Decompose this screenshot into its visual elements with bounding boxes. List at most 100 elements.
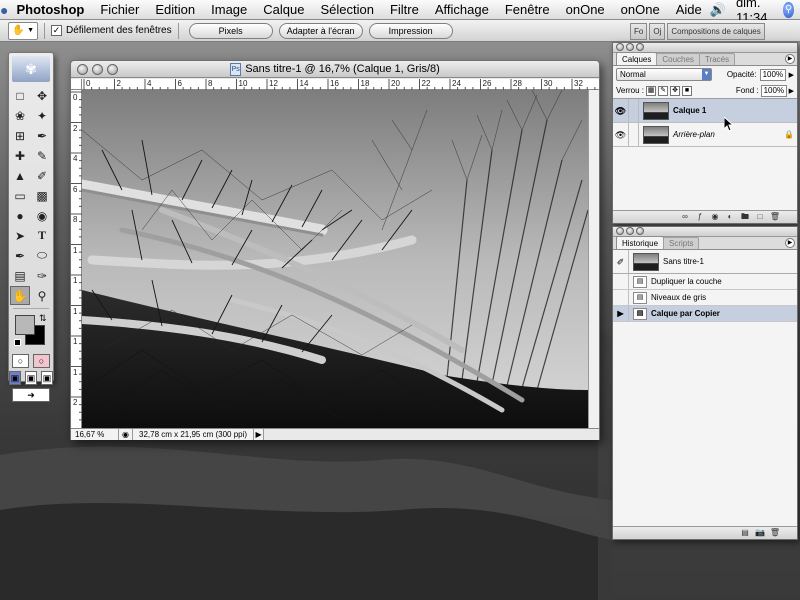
menu-onone-2[interactable]: onOne (613, 2, 668, 17)
zoom-tool-icon[interactable]: ⚲ (32, 286, 52, 305)
zoom-palette-icon[interactable] (636, 227, 644, 235)
ruler-horizontal[interactable]: 0 2 4 6 8 10 12 14 16 18 20 22 24 26 28 30 32 (82, 79, 599, 90)
slice-tool-icon[interactable]: ✒ (32, 126, 52, 145)
eye-icon[interactable]: 👁 (613, 123, 629, 146)
blend-mode-select[interactable]: Normal ▼ (616, 68, 712, 81)
print-size-button[interactable]: Impression (368, 22, 453, 39)
new-group-icon[interactable]: 🖿 (739, 212, 751, 222)
new-layer-icon[interactable]: □ (754, 212, 766, 222)
lock-all-icon[interactable]: ■ (682, 85, 693, 96)
blur-tool-icon[interactable]: ● (10, 206, 30, 225)
zoom-level-field[interactable]: 16,67 % (71, 429, 119, 440)
new-snapshot-icon[interactable]: 📷 (754, 528, 766, 538)
link-slot[interactable] (629, 123, 639, 146)
marquee-tool-icon[interactable]: □ (10, 86, 30, 105)
fill-field[interactable]: 100% (760, 84, 787, 97)
status-info-icon[interactable]: ◉ (119, 429, 133, 440)
volume-icon[interactable]: 🔊 (710, 2, 726, 18)
brush-tool-icon[interactable]: ✎ (32, 146, 52, 165)
screen-mode-standard-icon[interactable]: ▣ (9, 371, 21, 385)
eyedropper-tool-icon[interactable]: ✑ (32, 266, 52, 285)
adjustment-layer-icon[interactable]: ◐ (724, 212, 736, 222)
standard-mode-icon[interactable]: ○ (12, 354, 29, 368)
image-canvas[interactable] (82, 90, 588, 428)
pen-tool-icon[interactable]: ✒ (10, 246, 30, 265)
menu-calque[interactable]: Calque (255, 2, 312, 17)
history-brush-slot[interactable] (613, 274, 629, 289)
lasso-tool-icon[interactable]: ❀ (10, 106, 30, 125)
opacity-field[interactable]: 100% (759, 68, 786, 81)
layer-row-calque-1[interactable]: 👁 Calque 1 (613, 99, 797, 123)
history-brush-tool-icon[interactable]: ✐ (32, 166, 52, 185)
app-menu[interactable]: Photoshop (8, 2, 92, 17)
path-selection-tool-icon[interactable]: ➤ (10, 226, 30, 245)
history-state-arrow-icon[interactable]: ▶ (613, 306, 629, 321)
vertical-scrollbar[interactable] (588, 90, 599, 428)
opacity-slider-arrow-icon[interactable]: ▶ (789, 71, 794, 79)
horizontal-scrollbar[interactable] (264, 429, 599, 440)
menu-edition[interactable]: Edition (147, 2, 203, 17)
fill-slider-arrow-icon[interactable]: ▶ (789, 87, 794, 95)
lock-image-icon[interactable]: ✎ (658, 85, 669, 96)
menu-fichier[interactable]: Fichier (92, 2, 147, 17)
clone-stamp-tool-icon[interactable]: ▲ (10, 166, 30, 185)
swap-colors-icon[interactable]: ⇅ (39, 313, 47, 324)
magic-wand-tool-icon[interactable]: ✦ (32, 106, 52, 125)
spotlight-icon[interactable]: ⚲ (783, 1, 794, 18)
lock-position-icon[interactable]: ✥ (670, 85, 681, 96)
screen-mode-full-icon[interactable]: ▣ (41, 371, 53, 385)
zoom-palette-icon[interactable] (636, 43, 644, 51)
lock-transparency-icon[interactable]: ▦ (646, 85, 657, 96)
tool-preset-picker[interactable]: ✋ ▼ (8, 21, 38, 40)
palette-menu-icon[interactable]: ▶ (785, 238, 795, 248)
history-step[interactable]: ▤ Niveaux de gris (613, 290, 797, 306)
move-tool-icon[interactable]: ✥ (32, 86, 52, 105)
layer-style-icon[interactable]: ƒ (694, 212, 706, 222)
menu-image[interactable]: Image (203, 2, 255, 17)
minimize-palette-icon[interactable] (626, 43, 634, 51)
history-step[interactable]: ▤ Dupliquer la couche (613, 274, 797, 290)
healing-brush-tool-icon[interactable]: ✚ (10, 146, 30, 165)
document-titlebar[interactable]: Ps Sans titre-1 @ 16,7% (Calque 1, Gris/… (71, 61, 599, 78)
type-tool-icon[interactable]: T (32, 226, 52, 245)
delete-state-icon[interactable]: 🗑 (769, 528, 781, 538)
tab-traces[interactable]: Tracés (698, 53, 736, 65)
eye-icon[interactable]: 👁 (613, 99, 629, 122)
palette-menu-icon[interactable]: ▶ (785, 54, 795, 64)
jump-to-imageready-icon[interactable]: ➜ (12, 388, 50, 402)
minimize-window-icon[interactable] (92, 64, 103, 75)
dodge-tool-icon[interactable]: ◉ (32, 206, 52, 225)
quick-mask-mode-icon[interactable]: ○ (33, 354, 50, 368)
history-brush-slot[interactable] (613, 290, 629, 305)
history-snapshot[interactable]: ✐ Sans titre-1 (613, 250, 797, 274)
foreground-color-swatch[interactable] (15, 315, 35, 335)
notes-tool-icon[interactable]: ▤ (10, 266, 30, 285)
photoshop-feather-logo[interactable]: ✾ (12, 56, 50, 82)
menu-affichage[interactable]: Affichage (427, 2, 497, 17)
delete-layer-icon[interactable]: 🗑 (769, 212, 781, 222)
add-mask-icon[interactable]: ◉ (709, 212, 721, 222)
link-layers-icon[interactable]: ∞ (679, 212, 691, 222)
screen-mode-menubar-icon[interactable]: ▣ (25, 371, 37, 385)
zoom-window-icon[interactable] (107, 64, 118, 75)
status-menu-arrow-icon[interactable]: ▶ (254, 429, 265, 440)
menu-fenetre[interactable]: Fenêtre (497, 2, 558, 17)
gradient-tool-icon[interactable]: ▩ (32, 186, 52, 205)
actual-pixels-button[interactable]: Pixels (188, 22, 273, 39)
ruler-origin[interactable] (71, 79, 82, 90)
scroll-all-windows-checkbox[interactable]: ✓ Défilement des fenêtres (51, 25, 172, 36)
close-window-icon[interactable] (77, 64, 88, 75)
link-slot[interactable] (629, 99, 639, 122)
eraser-tool-icon[interactable]: ▭ (10, 186, 30, 205)
apple-menu-icon[interactable]: ● (0, 2, 8, 18)
well-tab-layer-comps[interactable]: Compositions de calques (667, 22, 765, 40)
minimize-palette-icon[interactable] (626, 227, 634, 235)
default-colors-icon[interactable] (14, 339, 21, 346)
ruler-vertical[interactable]: 0 2 4 6 8 1 1 1 1 1 2 (71, 90, 82, 428)
new-document-from-state-icon[interactable]: ▤ (739, 528, 751, 538)
shape-tool-icon[interactable]: ⬭ (32, 246, 52, 265)
menu-aide[interactable]: Aide (668, 2, 710, 17)
well-tab-oj[interactable]: Oj (649, 22, 666, 40)
fit-screen-button[interactable]: Adapter à l'écran (278, 22, 363, 39)
menu-filtre[interactable]: Filtre (382, 2, 427, 17)
